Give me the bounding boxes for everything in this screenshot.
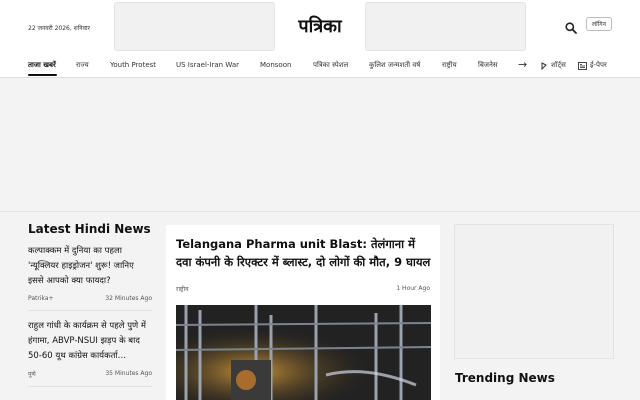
featured-time: 1 Hour Ago — [396, 285, 430, 292]
nav-shorts-label: शॉर्ट्स — [551, 61, 566, 69]
featured-story[interactable]: Telangana Pharma unit Blast: तेलंगाना मे… — [166, 225, 440, 400]
main-nav: ताजा खबरें राज्य Youth Protest US Israel… — [0, 55, 640, 77]
list-item[interactable]: राहुल गांधी के कार्यक्रम से पहले पुणे मे… — [28, 319, 152, 387]
login-button[interactable]: लॉगिन — [586, 17, 612, 31]
nav-item-patrika-special[interactable]: पत्रिका स्पेशल — [313, 61, 348, 70]
header-ad-left — [114, 2, 275, 51]
nav-item-states[interactable]: राज्य — [76, 61, 89, 70]
nav-item-us-israel-iran-war[interactable]: US Israel-Iran War — [176, 61, 239, 69]
header-ad-right — [365, 2, 526, 51]
featured-category[interactable]: राष्ट्रीय — [176, 285, 189, 293]
nav-shorts[interactable]: शॉर्ट्स — [540, 61, 566, 70]
nav-active-indicator — [28, 74, 57, 76]
header-date: 22 जनवरी 2026, शनिवार — [28, 25, 90, 32]
nav-item-latest[interactable]: ताजा खबरें — [28, 61, 56, 70]
newspaper-icon — [578, 61, 587, 70]
news-source: Patrika+ — [28, 295, 54, 302]
arrow-right-icon[interactable]: → — [518, 58, 527, 71]
nav-item-kulish[interactable]: कुलिश जन्मशती वर्ष — [369, 61, 420, 70]
nav-item-monsoon[interactable]: Monsoon — [260, 61, 291, 69]
news-time: 32 Minutes Ago — [105, 295, 152, 302]
banner-ad-slot — [0, 79, 640, 212]
featured-headline[interactable]: Telangana Pharma unit Blast: तेलंगाना मे… — [176, 235, 432, 271]
news-headline[interactable]: कल्पाक्कम में दुनिया का पहला 'न्यूक्लियर… — [28, 244, 152, 289]
latest-news-title: Latest Hindi News — [28, 222, 151, 236]
nav-item-youth-protest[interactable]: Youth Protest — [110, 61, 156, 69]
list-item[interactable]: कल्पाक्कम में दुनिया का पहला 'न्यूक्लियर… — [28, 244, 152, 311]
news-time: 35 Minutes Ago — [105, 370, 152, 377]
nav-item-national[interactable]: राष्ट्रीय — [442, 61, 457, 70]
news-source: पुणे — [28, 371, 36, 378]
trending-news-title: Trending News — [455, 371, 555, 385]
nav-divider — [0, 77, 640, 78]
news-headline[interactable]: राहुल गांधी के कार्यक्रम से पहले पुणे मे… — [28, 319, 152, 364]
search-icon[interactable] — [564, 20, 578, 34]
shorts-icon — [541, 61, 547, 70]
nav-item-business[interactable]: बिजनेस — [478, 61, 498, 70]
nav-epaper-label: ई-पेपर — [590, 61, 607, 69]
site-logo[interactable]: पत्रिका — [294, 14, 346, 38]
sidebar-ad-slot — [454, 224, 614, 359]
latest-news-column: Latest Hindi News कल्पाक्कम में दुनिया क… — [28, 222, 152, 387]
nav-epaper[interactable]: ई-पेपर — [578, 61, 607, 70]
featured-image[interactable] — [176, 305, 431, 400]
